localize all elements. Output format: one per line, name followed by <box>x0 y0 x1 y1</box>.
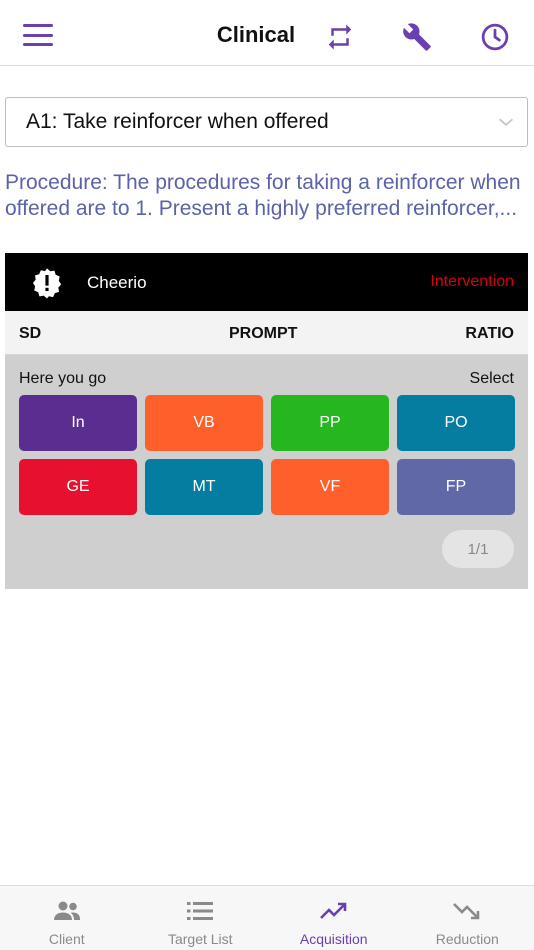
target-select-value: A1: Take reinforcer when offered <box>26 110 329 133</box>
prompt-button-ge[interactable]: GE <box>19 459 137 515</box>
trending-down-icon <box>453 903 480 920</box>
wrench-icon[interactable] <box>400 20 434 54</box>
alert-badge-icon[interactable] <box>31 267 63 299</box>
prompt-button-pp[interactable]: PP <box>271 395 389 451</box>
sd-text: Here you go <box>19 370 107 387</box>
prompt-button-mt[interactable]: MT <box>145 459 263 515</box>
list-icon <box>187 902 214 920</box>
prompt-button-vf[interactable]: VF <box>271 459 389 515</box>
tab-target-list-label: Target List <box>167 931 233 947</box>
column-header-ratio: RATIO <box>465 325 514 342</box>
hamburger-menu-icon[interactable] <box>20 20 56 50</box>
tab-reduction-label: Reduction <box>435 931 499 947</box>
tab-target-list[interactable]: Target List <box>134 886 268 950</box>
column-header-sd: SD <box>19 325 42 342</box>
prompt-button-po[interactable]: PO <box>397 395 515 451</box>
pagination-indicator[interactable]: 1/1 <box>442 530 514 568</box>
tab-client-label: Client <box>48 931 85 947</box>
trending-up-icon <box>319 902 347 919</box>
column-headers: SD PROMPT RATIO <box>5 311 528 355</box>
page-title: Clinical <box>216 22 296 47</box>
bottom-tab-bar: Client Target List Acquisition Reduction <box>0 885 534 950</box>
repeat-icon[interactable] <box>323 20 357 54</box>
tab-acquisition[interactable]: Acquisition <box>267 886 401 950</box>
chevron-down-icon <box>498 118 514 126</box>
target-name: Cheerio <box>87 273 147 292</box>
select-link[interactable]: Select <box>470 370 514 388</box>
prompt-button-in[interactable]: In <box>19 395 137 451</box>
app-header: Clinical <box>0 0 534 66</box>
clock-icon[interactable] <box>478 20 512 54</box>
people-icon <box>53 901 80 920</box>
prompt-button-vb[interactable]: VB <box>145 395 263 451</box>
tab-acquisition-label: Acquisition <box>299 931 368 947</box>
column-header-prompt: PROMPT <box>229 325 298 342</box>
tab-client[interactable]: Client <box>0 886 134 950</box>
target-bar: Cheerio Intervention <box>5 253 528 311</box>
target-select[interactable]: A1: Take reinforcer when offered <box>5 97 528 147</box>
trial-panel: Here you go Select In VB PP PO GE MT VF … <box>5 355 528 589</box>
tab-reduction[interactable]: Reduction <box>401 886 534 950</box>
procedure-text[interactable]: Procedure: The procedures for taking a r… <box>5 170 525 222</box>
prompt-button-fp[interactable]: FP <box>397 459 515 515</box>
phase-label: Intervention <box>430 273 514 290</box>
